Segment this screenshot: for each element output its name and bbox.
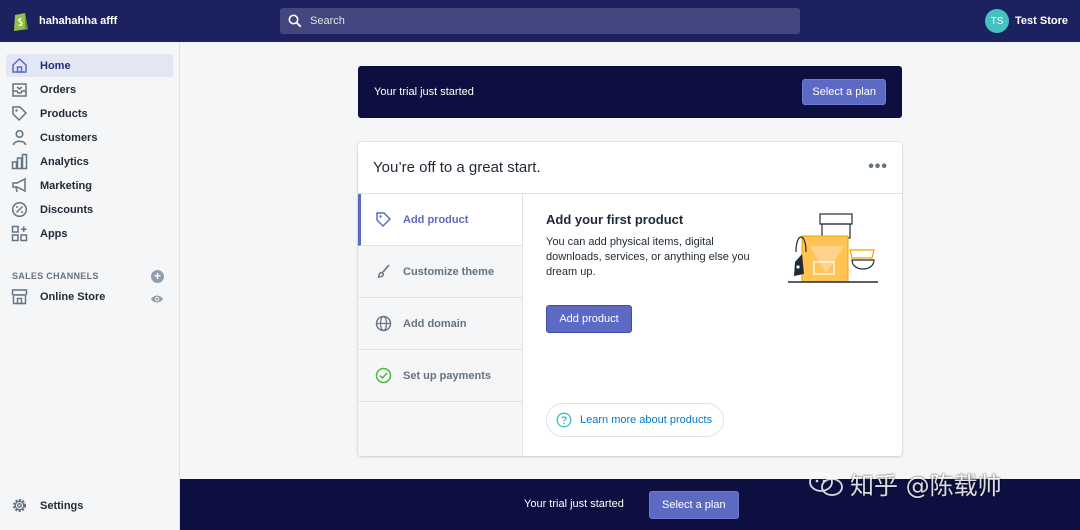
sidebar-item-orders[interactable]: Orders: [6, 78, 173, 101]
sidebar-item-home[interactable]: Home: [6, 54, 173, 77]
step-customize-theme[interactable]: Customize theme: [358, 246, 522, 298]
bottom-trial-text: Your trial just started: [524, 498, 624, 510]
sidebar-item-label: Products: [40, 107, 88, 120]
step-label: Add domain: [403, 317, 467, 330]
chat-bubbles-icon: [809, 471, 843, 496]
sidebar-item-discounts[interactable]: Discounts: [6, 198, 173, 221]
discount-icon: [11, 201, 28, 218]
sidebar-item-label: Orders: [40, 83, 77, 96]
sidebar: Home Orders Products Customers Analytics: [0, 42, 180, 530]
step-add-domain[interactable]: Add domain: [358, 298, 522, 350]
step-label: Customize theme: [403, 265, 495, 278]
megaphone-icon: [12, 177, 26, 193]
sidebar-item-label: Marketing: [40, 179, 92, 192]
trial-banner-text: Your trial just started: [374, 86, 474, 98]
learn-more-link[interactable]: Learn more about products: [546, 403, 724, 437]
search-icon: [288, 14, 302, 28]
sidebar-item-online-store[interactable]: Online Store: [6, 285, 173, 308]
setup-card: You’re off to a great start. ••• Add pro…: [358, 142, 902, 456]
card-header: You’re off to a great start. •••: [358, 142, 902, 194]
content-title: Add your first product: [546, 212, 684, 227]
learn-more-text: Learn more about products: [580, 414, 713, 426]
watermark-text: 知乎 @陈载帅: [850, 472, 1002, 500]
user-menu[interactable]: TS Test Store: [985, 9, 1068, 33]
home-icon: [12, 57, 27, 73]
store-brand[interactable]: hahahahha afff: [0, 10, 180, 32]
content-description: You can add physical items, digital down…: [546, 236, 750, 278]
setup-steps: Add product Customize theme Add domain S…: [358, 194, 523, 456]
sidebar-item-label: Discounts: [40, 203, 94, 216]
sidebar-item-apps[interactable]: Apps: [6, 222, 173, 245]
products-illustration: [788, 213, 878, 283]
card-title: You’re off to a great start.: [373, 159, 541, 176]
sidebar-item-products[interactable]: Products: [6, 102, 173, 125]
sidebar-item-marketing[interactable]: Marketing: [6, 174, 173, 197]
sidebar-item-settings[interactable]: Settings: [6, 494, 173, 517]
step-set-up-payments[interactable]: Set up payments: [358, 350, 522, 402]
sidebar-item-label: Analytics: [40, 155, 89, 168]
avatar: TS: [985, 9, 1010, 33]
bar-chart-icon: [11, 153, 28, 170]
sidebar-item-label: Settings: [40, 499, 84, 512]
sidebar-item-label: Customers: [40, 131, 98, 144]
sales-channels-header: SALES CHANNELS +: [12, 269, 164, 283]
sidebar-item-label: Online Store: [40, 290, 106, 303]
store-name: hahahahha afff: [39, 15, 118, 27]
step-label: Set up payments: [403, 369, 492, 382]
search-placeholder: Search: [310, 15, 345, 27]
gear-icon: [13, 499, 26, 512]
eye-icon[interactable]: [150, 294, 164, 304]
sidebar-item-customers[interactable]: Customers: [6, 126, 173, 149]
person-icon: [12, 129, 27, 146]
orders-icon: [12, 83, 27, 97]
tag-icon: [12, 106, 28, 122]
add-product-button[interactable]: Add product: [546, 305, 632, 333]
sidebar-item-label: Home: [40, 59, 71, 72]
shopify-logo-icon: [14, 13, 28, 31]
bottom-select-plan-button[interactable]: Select a plan: [649, 491, 739, 519]
sidebar-item-analytics[interactable]: Analytics: [6, 150, 173, 173]
apps-icon: [11, 225, 28, 242]
sales-channels-label: SALES CHANNELS: [12, 271, 99, 281]
sidebar-item-label: Apps: [40, 227, 68, 240]
top-bar: hahahahha afff Search TS Test Store: [0, 0, 1080, 42]
step-content: Add your first product You can add physi…: [546, 212, 766, 280]
store-icon: [11, 289, 28, 305]
brush-icon: [377, 264, 390, 278]
more-actions-icon[interactable]: •••: [868, 159, 888, 175]
question-circle-icon: [556, 412, 572, 428]
select-plan-button[interactable]: Select a plan: [802, 79, 886, 105]
step-label: Add product: [403, 213, 469, 226]
step-add-product[interactable]: Add product: [358, 194, 522, 246]
user-store-name: Test Store: [1015, 15, 1068, 27]
watermark: 知乎 @陈载帅: [808, 466, 1002, 501]
search-input[interactable]: Search: [280, 8, 800, 34]
trial-banner: Your trial just started Select a plan: [358, 66, 902, 118]
check-circle-icon: [375, 367, 392, 384]
tag-icon: [376, 212, 392, 228]
add-sales-channel-icon[interactable]: +: [151, 269, 164, 283]
globe-icon: [375, 315, 392, 332]
